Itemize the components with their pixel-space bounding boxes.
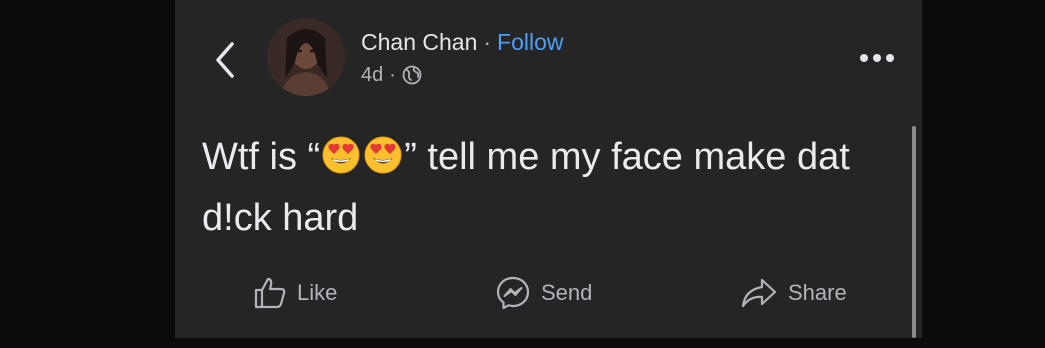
follow-link[interactable]: Follow (497, 29, 563, 55)
chevron-left-icon (216, 42, 234, 78)
post-text: Wtf is “ ” tell me my face make dat d!ck… (202, 130, 892, 246)
back-button[interactable] (205, 38, 245, 82)
share-arrow-icon (741, 278, 777, 308)
post-actions: Like Send Share (175, 270, 922, 316)
author-name[interactable]: Chan Chan (361, 29, 477, 55)
post-meta: 4d · (361, 63, 422, 87)
thumbs-up-icon (254, 277, 286, 309)
more-horizontal-icon (860, 54, 894, 62)
scrollbar[interactable] (912, 126, 916, 338)
messenger-icon (496, 276, 530, 310)
meta-separator: · (389, 64, 396, 86)
avatar[interactable] (267, 18, 345, 96)
globe-icon (402, 65, 422, 85)
avatar-photo (267, 18, 345, 96)
more-options-button[interactable] (855, 44, 899, 72)
like-button[interactable]: Like (253, 270, 337, 316)
send-label: Send (541, 280, 593, 305)
like-label: Like (297, 280, 338, 305)
share-button[interactable]: Share (740, 270, 847, 316)
name-separator: · (483, 29, 492, 55)
heart-eyes-emoji (363, 135, 403, 191)
facebook-post: Chan Chan · Follow 4d · Wtf is “ ” tell … (175, 0, 922, 338)
post-time[interactable]: 4d (361, 63, 383, 87)
post-text-prefix: Wtf is “ (202, 136, 321, 178)
send-button[interactable]: Send (495, 270, 592, 316)
author-line: Chan Chan · Follow (361, 28, 564, 56)
heart-eyes-emoji (321, 135, 361, 191)
share-label: Share (788, 280, 847, 305)
screenshot-frame: Chan Chan · Follow 4d · Wtf is “ ” tell … (0, 0, 1045, 348)
